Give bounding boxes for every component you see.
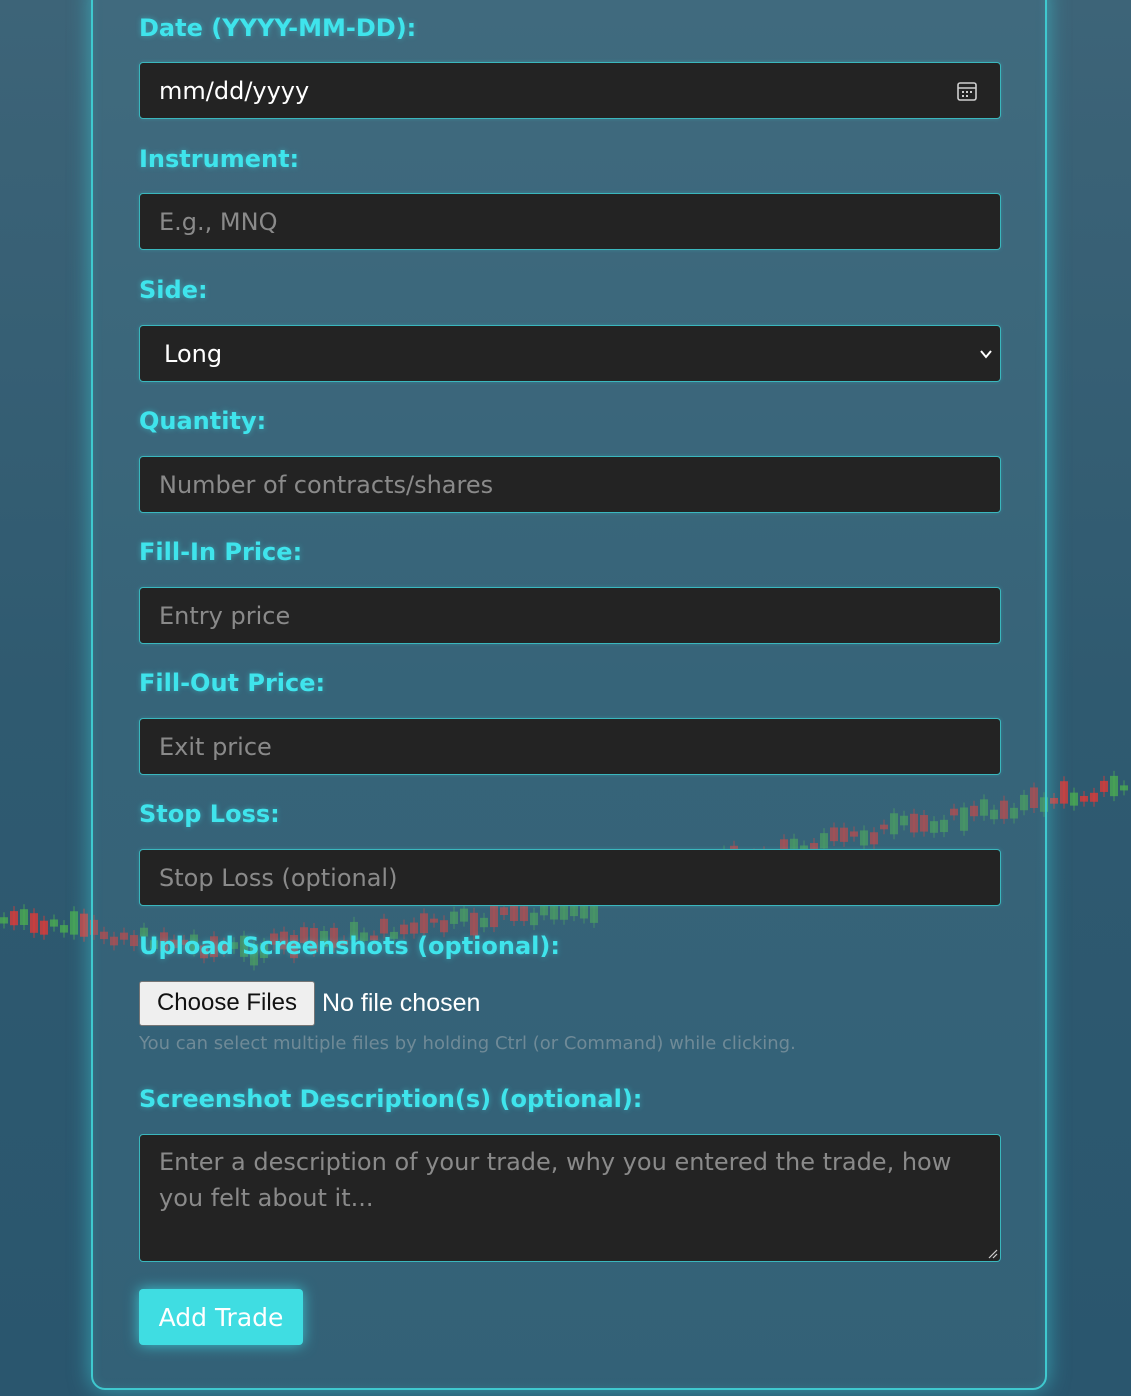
candle-body xyxy=(1070,792,1078,806)
date-label: Date (YYYY-MM-DD): xyxy=(139,14,417,42)
candle-body xyxy=(80,913,88,937)
side-select-value: Long xyxy=(164,339,223,368)
side-select[interactable]: Long xyxy=(139,325,1001,382)
fill-in-price-label: Fill-In Price: xyxy=(139,538,303,566)
stop-loss-input[interactable]: Stop Loss (optional) xyxy=(139,849,1001,906)
instrument-label: Instrument: xyxy=(139,145,300,173)
candle-body xyxy=(50,919,58,927)
candle-body xyxy=(1080,795,1088,802)
quantity-label: Quantity: xyxy=(139,407,267,435)
candle-body xyxy=(1060,781,1068,804)
candle-body xyxy=(30,913,38,933)
file-upload: Choose Files No file chosen xyxy=(139,980,480,1026)
candle-body xyxy=(20,909,28,925)
date-input[interactable]: mm/dd/yyyy xyxy=(139,62,1001,119)
description-textarea[interactable]: Enter a description of your trade, why y… xyxy=(139,1134,1001,1262)
candle-body xyxy=(70,911,78,935)
candle-body xyxy=(1050,797,1058,804)
instrument-input[interactable]: E.g., MNQ xyxy=(139,193,1001,250)
upload-screenshots-label: Upload Screenshots (optional): xyxy=(139,932,560,960)
choose-files-button[interactable]: Choose Files xyxy=(139,980,315,1026)
file-status: No file chosen xyxy=(322,988,481,1017)
candle-body xyxy=(1090,792,1098,802)
candle-body xyxy=(1100,780,1108,792)
fill-in-price-input[interactable]: Entry price xyxy=(139,587,1001,644)
candle-body xyxy=(1120,785,1128,791)
chevron-down-icon xyxy=(980,350,992,359)
calendar-icon[interactable] xyxy=(956,80,978,102)
side-label: Side: xyxy=(139,276,208,304)
stop-loss-label: Stop Loss: xyxy=(139,800,280,828)
candle-body xyxy=(10,911,18,926)
resize-handle-icon[interactable] xyxy=(988,1249,998,1259)
description-placeholder: Enter a description of your trade, why y… xyxy=(159,1148,952,1212)
fill-out-price-input[interactable]: Exit price xyxy=(139,718,1001,775)
quantity-input[interactable]: Number of contracts/shares xyxy=(139,456,1001,513)
candle-body xyxy=(40,920,48,935)
date-input-value: mm/dd/yyyy xyxy=(159,76,310,105)
candle-body xyxy=(0,917,8,924)
add-trade-button[interactable]: Add Trade xyxy=(139,1289,303,1345)
fill-out-price-label: Fill-Out Price: xyxy=(139,669,326,697)
candle-body xyxy=(1110,775,1118,797)
upload-hint: You can select multiple files by holding… xyxy=(139,1033,796,1054)
description-label: Screenshot Description(s) (optional): xyxy=(139,1085,643,1113)
candle-body xyxy=(60,925,68,933)
